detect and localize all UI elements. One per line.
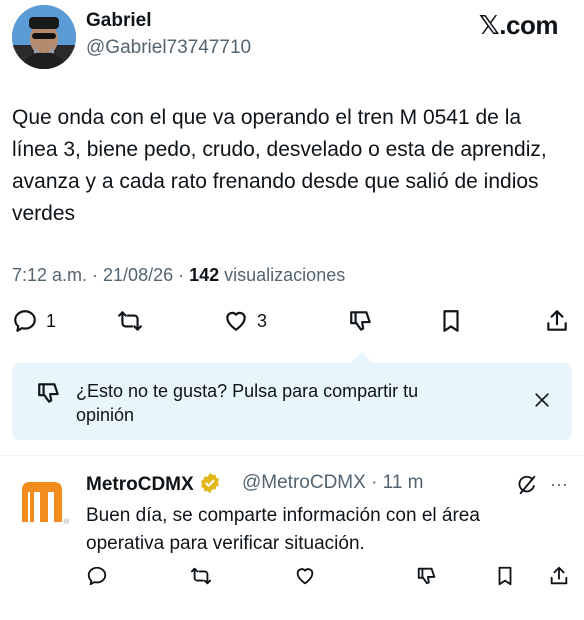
bookmark-button[interactable]	[438, 308, 464, 334]
reply-text: Buen día, se comparte información con el…	[86, 505, 480, 554]
close-icon	[535, 393, 549, 407]
reply-share-button[interactable]	[548, 565, 570, 587]
share-icon	[547, 310, 567, 331]
bookmark-icon	[443, 310, 459, 332]
close-banner-button[interactable]	[532, 390, 552, 410]
dislike-button[interactable]	[348, 308, 374, 334]
grok-icon	[518, 475, 536, 495]
author-name[interactable]: Gabriel	[86, 10, 151, 32]
share-icon	[550, 566, 568, 585]
share-button[interactable]	[544, 308, 570, 334]
heart-icon	[296, 568, 314, 585]
bookmark-icon	[498, 566, 512, 586]
views-label: visualizaciones	[219, 265, 346, 285]
reply-reply-button[interactable]	[86, 565, 108, 587]
like-count: 3	[257, 310, 268, 331]
banner-thumbs-down	[36, 380, 62, 406]
like-button[interactable]: 3	[223, 308, 267, 334]
tweet-text: Que onda con el que va operando el tren …	[12, 106, 547, 225]
reply-icon	[14, 310, 36, 332]
reply-button[interactable]: 1	[12, 308, 56, 334]
reply-bookmark-button[interactable]	[494, 565, 516, 587]
metro-logo[interactable]: ®	[20, 480, 72, 526]
avatar[interactable]	[12, 5, 76, 69]
svg-text:®: ®	[64, 518, 70, 526]
verified-badge-icon	[200, 472, 220, 494]
reply-author-name[interactable]: MetroCDMX	[86, 472, 221, 496]
thumbs-down-icon	[417, 567, 436, 585]
tweet-meta: 7:12 a.m. · 21/08/26 · 142 visualizacion…	[12, 265, 345, 286]
grok-button[interactable]	[516, 474, 538, 496]
thumbs-down-icon	[38, 383, 59, 403]
reply-count: 1	[46, 310, 57, 331]
reply-dislike-button[interactable]	[416, 565, 438, 587]
heart-icon	[226, 311, 246, 331]
views-count: 142	[189, 265, 220, 285]
more-options-button[interactable]: ···	[550, 474, 568, 495]
thumbs-down-icon	[350, 311, 371, 331]
reply-author-label: MetroCDMX	[86, 474, 194, 495]
tweet-timestamp[interactable]: 7:12 a.m. · 21/08/26 ·	[12, 265, 189, 285]
x-logo: 𝕏.com	[478, 10, 559, 40]
reply-icon	[87, 566, 107, 586]
reply-like-button[interactable]	[294, 565, 316, 587]
feedback-banner-text[interactable]: ¿Esto no te gusta? Pulsa para compartir …	[76, 379, 456, 427]
divider	[0, 455, 584, 456]
repost-button[interactable]	[117, 308, 143, 334]
repost-icon	[190, 567, 212, 585]
reply-author-handle[interactable]: @MetroCDMX · 11 m	[242, 472, 424, 494]
author-handle[interactable]: @Gabriel73747710	[86, 37, 251, 59]
repost-icon	[118, 311, 142, 331]
reply-repost-button[interactable]	[190, 565, 212, 587]
